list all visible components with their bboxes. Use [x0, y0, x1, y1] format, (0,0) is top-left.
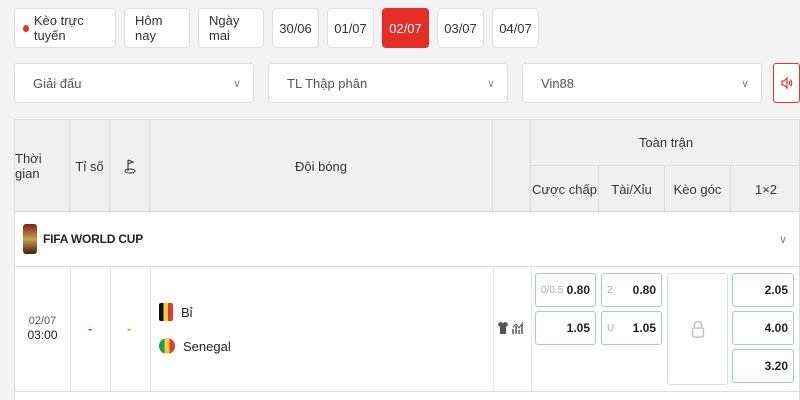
match-kickoff: 03:00	[27, 328, 58, 342]
col-score-label: Tỉ số	[75, 158, 104, 174]
odd-value: 1.05	[632, 321, 656, 335]
tab-date-0107[interactable]: 01/07	[327, 8, 374, 48]
bookmaker-select[interactable]: Vin88 ∨	[522, 63, 762, 103]
odd-value: 0.80	[632, 283, 656, 297]
tab-tomorrow[interactable]: Ngày mai	[198, 8, 264, 48]
col-corner: Kèo góc	[665, 166, 731, 212]
under-odd[interactable]: U 1.05	[601, 311, 662, 345]
home-team-name: Bỉ	[181, 304, 193, 320]
odd-value: 1.05	[566, 321, 590, 335]
col-score: Tỉ số	[70, 120, 110, 212]
odds-format-value: TL Thập phân	[287, 75, 368, 91]
tab-label: 01/07	[334, 20, 367, 36]
tab-label: 03/07	[444, 20, 477, 36]
home-team[interactable]: Bỉ	[159, 303, 193, 321]
col-corner-flag	[110, 120, 150, 212]
col-corner-label: Kèo góc	[673, 181, 722, 197]
bookmaker-value: Vin88	[541, 75, 575, 91]
tab-label: Hôm nay	[135, 13, 163, 43]
match-time: 02/07 03:00	[15, 314, 70, 342]
divider	[150, 268, 151, 391]
x12-home-odd[interactable]: 2.05	[732, 273, 794, 307]
league-select-value: Giải đấu	[33, 75, 82, 91]
x12-away-odd[interactable]: 3.20	[732, 349, 794, 383]
lock-icon	[691, 320, 704, 338]
odd-value: 0.80	[566, 283, 590, 297]
date-tabs: Kèo trực tuyến Hôm nay Ngày mai 30/06 01…	[14, 8, 539, 48]
stats-icon[interactable]	[512, 321, 525, 335]
match-row: 02/07 03:00 - - Bỉ Senegal 0/0.5 0.80 1.…	[15, 268, 799, 392]
speaker-icon	[780, 76, 792, 90]
filter-bar: Giải đấu ∨ TL Thập phân ∨ Vin88 ∨	[14, 63, 762, 103]
chevron-down-icon: ∨	[232, 77, 241, 90]
league-row[interactable]: FIFA WORLD CUP ∨	[15, 212, 799, 267]
tab-label: 04/07	[499, 20, 532, 36]
senegal-flag-icon	[159, 338, 175, 354]
tab-date-3006[interactable]: 30/06	[272, 8, 319, 48]
odds-table: Thời gian Tỉ số Đội bóng Toàn trận Cược …	[14, 119, 800, 400]
handicap-line: 0/0.5	[541, 284, 564, 296]
match-score: -	[88, 321, 93, 336]
match-status: -	[127, 321, 132, 336]
x12-draw-odd[interactable]: 4.00	[732, 311, 794, 345]
divider	[493, 268, 494, 391]
league-name: FIFA WORLD CUP	[43, 232, 144, 246]
col-full-match-label: Toàn trận	[638, 135, 694, 150]
next-match-row	[15, 393, 799, 400]
tab-today[interactable]: Hôm nay	[124, 8, 190, 48]
col-1x2: 1×2	[731, 166, 800, 212]
col-teams-label: Đội bóng	[294, 158, 348, 174]
col-time: Thời gian	[15, 120, 70, 212]
tab-label: 02/07	[389, 20, 422, 36]
over-line: 2	[607, 284, 613, 296]
col-teams: Đội bóng	[150, 120, 493, 212]
chevron-down-icon: ∨	[486, 77, 495, 90]
sound-toggle-button[interactable]	[773, 63, 800, 103]
belgium-flag-icon	[159, 303, 173, 321]
handicap-away-odd[interactable]: 1.05	[535, 311, 596, 345]
col-over-under-label: Tài/Xỉu	[611, 181, 652, 197]
chevron-down-icon[interactable]: ∨	[779, 233, 787, 246]
tab-live[interactable]: Kèo trực tuyến	[14, 8, 116, 48]
col-over-under: Tài/Xỉu	[599, 166, 665, 212]
tab-date-0407[interactable]: 04/07	[492, 8, 539, 48]
chevron-down-icon: ∨	[740, 77, 749, 90]
tab-label: 30/06	[279, 20, 312, 36]
corner-flag-icon	[124, 159, 135, 174]
tab-date-0307[interactable]: 03/07	[437, 8, 484, 48]
odd-value: 2.05	[764, 283, 788, 297]
handicap-home-odd[interactable]: 0/0.5 0.80	[535, 273, 596, 307]
col-handicap-label: Cược chấp	[532, 181, 597, 197]
odds-format-select[interactable]: TL Thập phân ∨	[268, 63, 508, 103]
odd-value: 4.00	[764, 321, 788, 335]
over-odd[interactable]: 2 0.80	[601, 273, 662, 307]
col-full-match: Toàn trận	[531, 120, 800, 166]
table-header: Thời gian Tỉ số Đội bóng Toàn trận Cược …	[15, 120, 800, 212]
tab-label: Kèo trực tuyến	[33, 13, 84, 43]
corner-locked	[667, 273, 728, 385]
away-team[interactable]: Senegal	[159, 338, 231, 354]
col-stats	[493, 120, 531, 212]
live-dot-icon	[23, 24, 29, 32]
match-date: 02/07	[28, 315, 57, 327]
world-cup-logo	[23, 224, 37, 254]
col-time-label: Thời gian	[15, 151, 42, 181]
col-handicap: Cược chấp	[531, 166, 599, 212]
under-label: U	[607, 322, 615, 334]
away-team-name: Senegal	[183, 338, 231, 354]
tab-label: Ngày mai	[209, 13, 240, 43]
divider	[110, 268, 111, 391]
league-select[interactable]: Giải đấu ∨	[14, 63, 254, 103]
tab-date-0207[interactable]: 02/07	[382, 8, 429, 48]
divider	[70, 268, 71, 391]
odd-value: 3.20	[764, 359, 788, 373]
jersey-icon[interactable]	[497, 321, 509, 335]
divider	[531, 268, 532, 391]
col-1x2-label: 1×2	[754, 181, 778, 197]
